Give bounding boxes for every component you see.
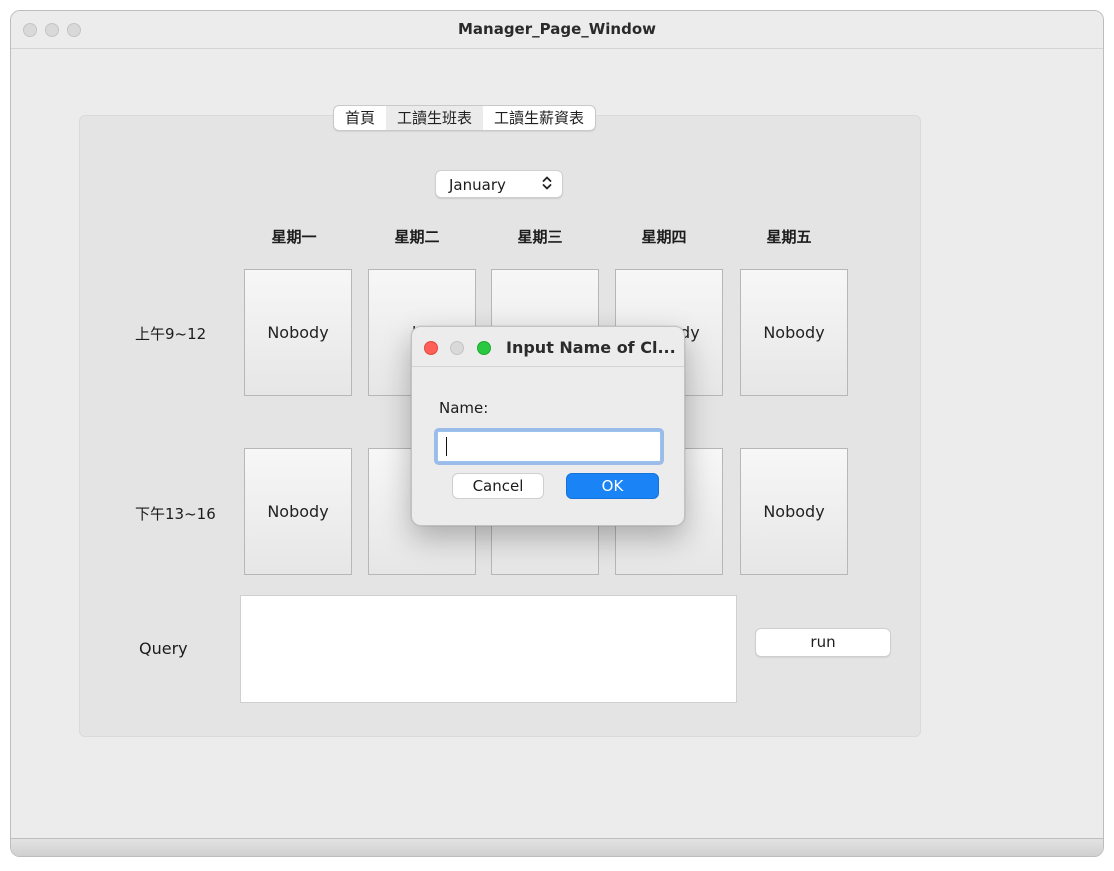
row-label-morning: 上午9~12 bbox=[135, 325, 207, 343]
name-label: Name: bbox=[439, 399, 489, 417]
row-label-afternoon: 下午13~16 bbox=[135, 505, 216, 523]
title-bar: Manager_Page_Window bbox=[11, 11, 1103, 49]
month-select-value: January bbox=[449, 176, 506, 194]
query-input[interactable] bbox=[240, 595, 737, 703]
dialog-minimize-button[interactable] bbox=[450, 341, 464, 355]
cancel-button[interactable]: Cancel bbox=[452, 473, 544, 499]
tab-salary[interactable]: 工讀生薪資表 bbox=[483, 106, 595, 130]
day-header-tuesday: 星期二 bbox=[394, 228, 440, 246]
shift-cell-fri-pm[interactable]: Nobody bbox=[740, 448, 848, 575]
dialog-zoom-button[interactable] bbox=[477, 341, 491, 355]
run-button[interactable]: run bbox=[755, 628, 891, 657]
month-select[interactable]: January bbox=[435, 170, 563, 198]
shift-cell-fri-am[interactable]: Nobody bbox=[740, 269, 848, 396]
shift-cell-mon-am[interactable]: Nobody bbox=[244, 269, 352, 396]
day-header-thursday: 星期四 bbox=[641, 228, 687, 246]
day-header-friday: 星期五 bbox=[766, 228, 812, 246]
input-name-dialog: Input Name of Cl... Name: Cancel OK bbox=[411, 326, 685, 526]
day-header-wednesday: 星期三 bbox=[517, 228, 563, 246]
query-label: Query bbox=[139, 639, 188, 658]
name-input[interactable] bbox=[437, 431, 661, 462]
dialog-close-button[interactable] bbox=[424, 341, 438, 355]
status-bar bbox=[11, 838, 1103, 856]
tab-bar: 首頁 工讀生班表 工讀生薪資表 bbox=[333, 105, 597, 131]
day-header-monday: 星期一 bbox=[271, 228, 317, 246]
tab-home[interactable]: 首頁 bbox=[334, 106, 386, 130]
chevron-up-down-icon bbox=[542, 175, 552, 195]
text-caret bbox=[446, 437, 447, 456]
shift-cell-mon-pm[interactable]: Nobody bbox=[244, 448, 352, 575]
dialog-title: Input Name of Cl... bbox=[506, 338, 676, 357]
tab-schedule[interactable]: 工讀生班表 bbox=[386, 106, 484, 130]
ok-button[interactable]: OK bbox=[566, 473, 659, 499]
dialog-title-bar: Input Name of Cl... bbox=[412, 327, 684, 367]
window-title: Manager_Page_Window bbox=[457, 20, 657, 38]
